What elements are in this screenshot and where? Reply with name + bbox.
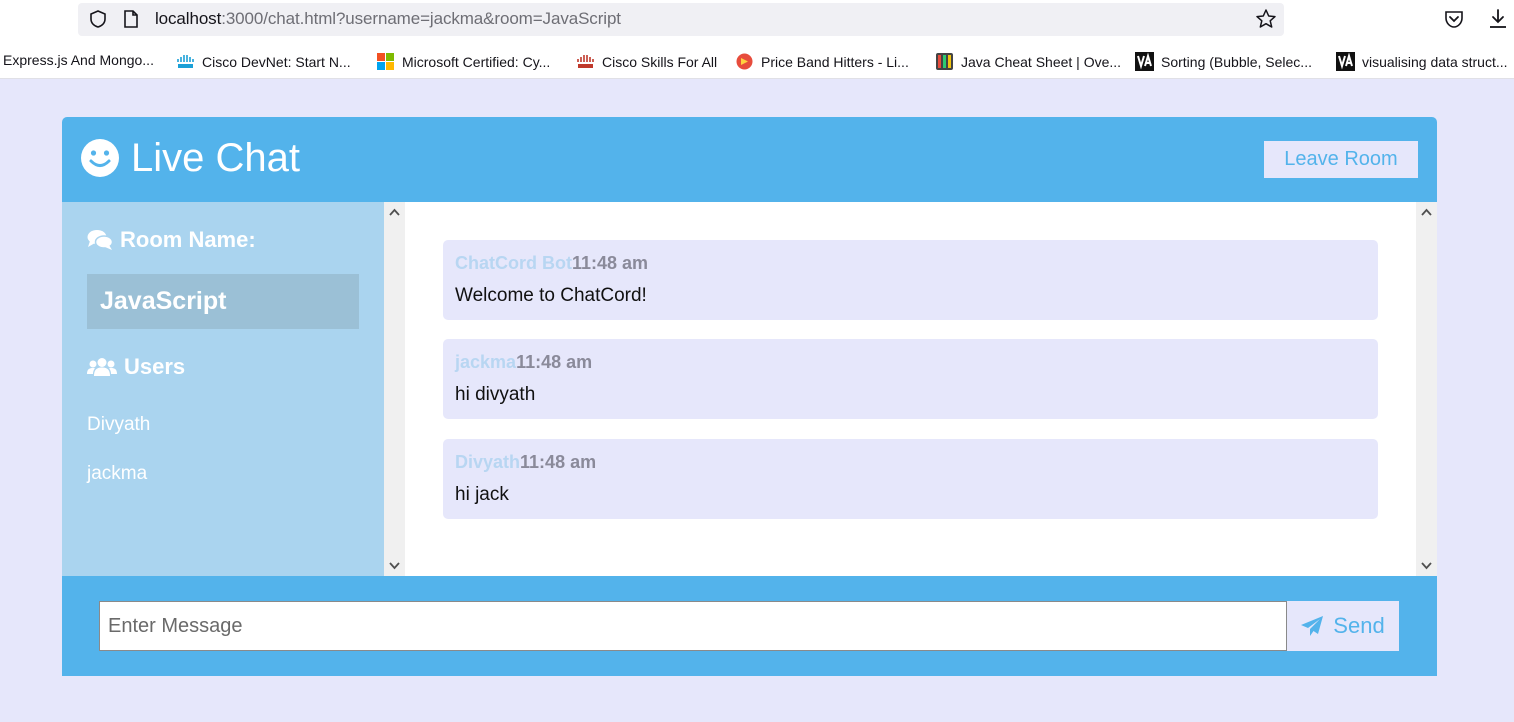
scroll-up-icon[interactable] <box>389 208 400 216</box>
bookmark-item[interactable]: Java Cheat Sheet | Ove... <box>935 52 1121 71</box>
message-meta: ChatCord Bot11:48 am <box>455 253 648 274</box>
leave-room-button[interactable]: Leave Room <box>1264 141 1418 178</box>
user-item: jackma <box>87 463 148 484</box>
message-meta: Divyath11:48 am <box>455 452 596 473</box>
user-item: Divyath <box>87 414 151 435</box>
visualgo-icon <box>1135 52 1154 71</box>
chat-messages: ChatCord Bot11:48 am Welcome to ChatCord… <box>405 202 1416 576</box>
bookmark-item[interactable]: Express.js And Mongo... <box>3 52 154 68</box>
message-text: hi jack <box>455 484 509 505</box>
message-time: 11:48 am <box>516 352 593 372</box>
bookmark-item[interactable]: Cisco Skills For All <box>576 52 717 71</box>
comments-icon <box>87 230 113 250</box>
visualgo-icon <box>1336 52 1355 71</box>
message: Divyath11:48 am hi jack <box>443 439 1378 519</box>
bookmark-label: Java Cheat Sheet | Ove... <box>961 53 1122 70</box>
message-author: jackma <box>455 352 517 372</box>
message-input[interactable] <box>99 601 1287 651</box>
room-name: JavaScript <box>100 287 227 315</box>
message-text: Welcome to ChatCord! <box>455 285 647 306</box>
java-cheat-icon <box>936 53 953 70</box>
message-time: 11:48 am <box>571 253 649 273</box>
bookmark-item[interactable]: Cisco DevNet: Start N... <box>176 52 351 71</box>
bookmark-item[interactable]: Price Band Hitters - Li... <box>735 52 909 71</box>
bookmark-label: Cisco DevNet: Start N... <box>202 53 351 70</box>
bookmark-label: Cisco Skills For All <box>602 53 718 70</box>
users-heading-label: Users <box>124 354 186 379</box>
message-author: Divyath <box>455 452 521 472</box>
bookmark-item[interactable]: Microsoft Certified: Cy... <box>376 52 550 71</box>
bookmark-item[interactable]: Sorting (Bubble, Selec... <box>1135 52 1312 71</box>
price-band-icon <box>736 53 753 70</box>
url-text[interactable]: localhost:3000/chat.html?username=jackma… <box>155 9 621 29</box>
message-time: 11:48 am <box>520 452 597 472</box>
chat-sidebar: Room Name: JavaScript Users Divyath jack… <box>62 202 384 576</box>
room-heading-label: Room Name: <box>120 227 256 252</box>
cisco-icon <box>177 55 194 68</box>
users-icon <box>87 358 117 376</box>
send-label: Send <box>1333 613 1385 638</box>
chat-container: Live Chat Leave Room Room Name: JavaScri… <box>62 117 1437 676</box>
bookmark-item[interactable]: visualising data struct... <box>1336 52 1508 71</box>
shield-icon[interactable] <box>88 9 108 29</box>
download-icon[interactable] <box>1487 7 1509 31</box>
sidebar-scrollbar[interactable] <box>384 202 405 576</box>
bookmark-label: Sorting (Bubble, Selec... <box>1161 53 1312 70</box>
bookmark-label: Price Band Hitters - Li... <box>761 53 909 70</box>
pocket-icon[interactable] <box>1443 8 1465 30</box>
cisco-icon <box>577 55 594 68</box>
message: jackma11:48 am hi divyath <box>443 339 1378 419</box>
message-text: hi divyath <box>455 384 536 405</box>
smile-icon <box>81 139 119 177</box>
paper-plane-icon <box>1301 615 1324 636</box>
message-author: ChatCord Bot <box>455 253 572 273</box>
page-title: Live Chat <box>131 136 300 180</box>
messages-scrollbar[interactable] <box>1416 202 1437 576</box>
star-icon[interactable] <box>1255 8 1277 30</box>
chat-header: Live Chat Leave Room <box>62 117 1437 202</box>
room-heading: Room Name: <box>87 227 256 253</box>
page-icon <box>124 10 138 28</box>
browser-toolbar: localhost:3000/chat.html?username=jackma… <box>0 0 1514 42</box>
bookmark-label: Microsoft Certified: Cy... <box>402 53 551 70</box>
bookmarks-bar: Express.js And Mongo... Cisco DevNet: St… <box>0 42 1514 79</box>
bookmark-label: visualising data struct... <box>1362 53 1508 70</box>
scroll-down-icon[interactable] <box>389 562 400 570</box>
bookmark-label: Express.js And Mongo... <box>3 52 154 68</box>
scroll-down-icon[interactable] <box>1421 562 1432 570</box>
message-meta: jackma11:48 am <box>455 352 592 373</box>
message: ChatCord Bot11:48 am Welcome to ChatCord… <box>443 240 1378 320</box>
message-composer: Send <box>62 576 1437 676</box>
room-name-box: JavaScript <box>87 274 359 329</box>
scroll-up-icon[interactable] <box>1421 208 1432 216</box>
microsoft-icon <box>377 53 394 70</box>
send-button[interactable]: Send <box>1287 601 1399 651</box>
users-heading: Users <box>87 354 185 380</box>
